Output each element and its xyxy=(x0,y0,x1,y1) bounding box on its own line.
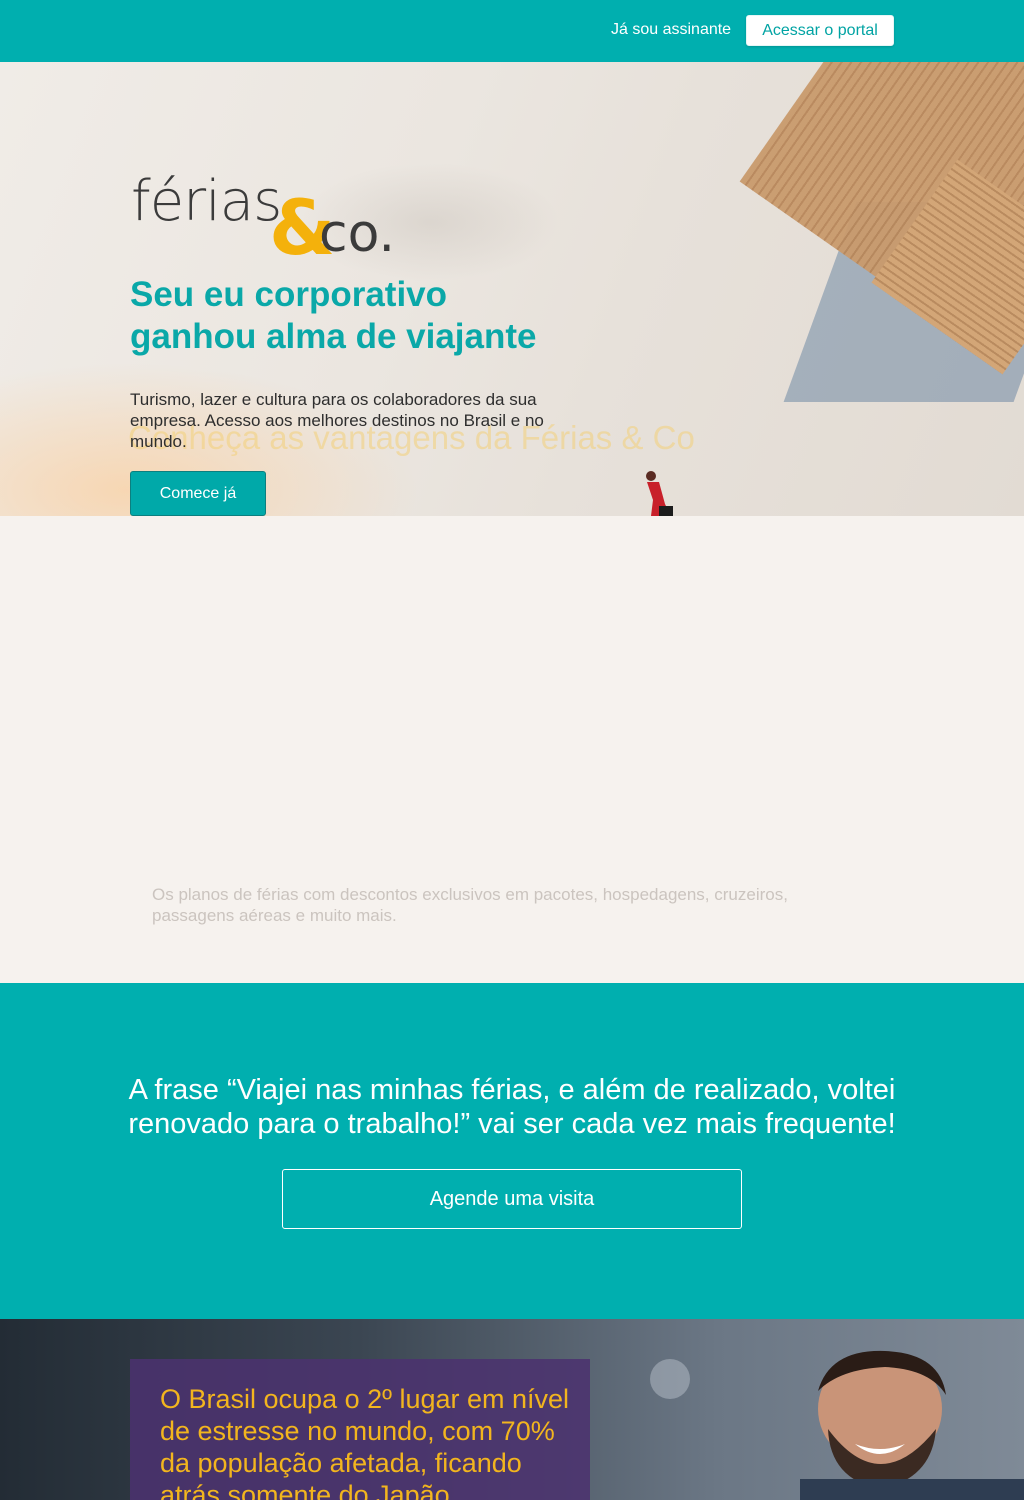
stress-statistic-box: O Brasil ocupa o 2º lugar em nível de es… xyxy=(130,1359,590,1500)
person-on-beach-image xyxy=(646,471,673,516)
stress-section: O Brasil ocupa o 2º lugar em nível de es… xyxy=(0,1319,1024,1500)
start-now-button[interactable]: Comece já xyxy=(130,471,266,516)
testimonial-quote: A frase “Viajei nas minhas férias, e alé… xyxy=(128,1074,896,1140)
access-portal-button[interactable]: Acessar o portal xyxy=(746,15,894,46)
hero-title-line2: ganhou alma de viajante xyxy=(130,317,537,356)
smiling-man-image xyxy=(800,1350,1024,1500)
ferias-co-logo: férias & co. xyxy=(131,169,401,268)
logo-co: co. xyxy=(319,204,396,264)
hero-title-line1: Seu eu corporativo xyxy=(130,275,448,314)
office-lamp xyxy=(650,1359,690,1399)
quote-section: A frase “Viajei nas minhas férias, e alé… xyxy=(0,983,1024,1319)
stress-statistic-text: O Brasil ocupa o 2º lugar em nível de es… xyxy=(160,1384,570,1500)
benefits-section: Os planos de férias com descontos exclus… xyxy=(0,516,1024,983)
benefits-text-ghost: Os planos de férias com descontos exclus… xyxy=(152,885,788,925)
top-bar: Já sou assinante Acessar o portal xyxy=(0,0,1024,62)
already-subscriber-label: Já sou assinante xyxy=(611,21,732,38)
hero-subtitle: Turismo, lazer e cultura para os colabor… xyxy=(130,390,544,451)
schedule-visit-button[interactable]: Agende uma visita xyxy=(282,1169,742,1229)
logo-word: férias xyxy=(131,169,282,234)
hero-title: Seu eu corporativo ganhou alma de viajan… xyxy=(130,274,650,358)
